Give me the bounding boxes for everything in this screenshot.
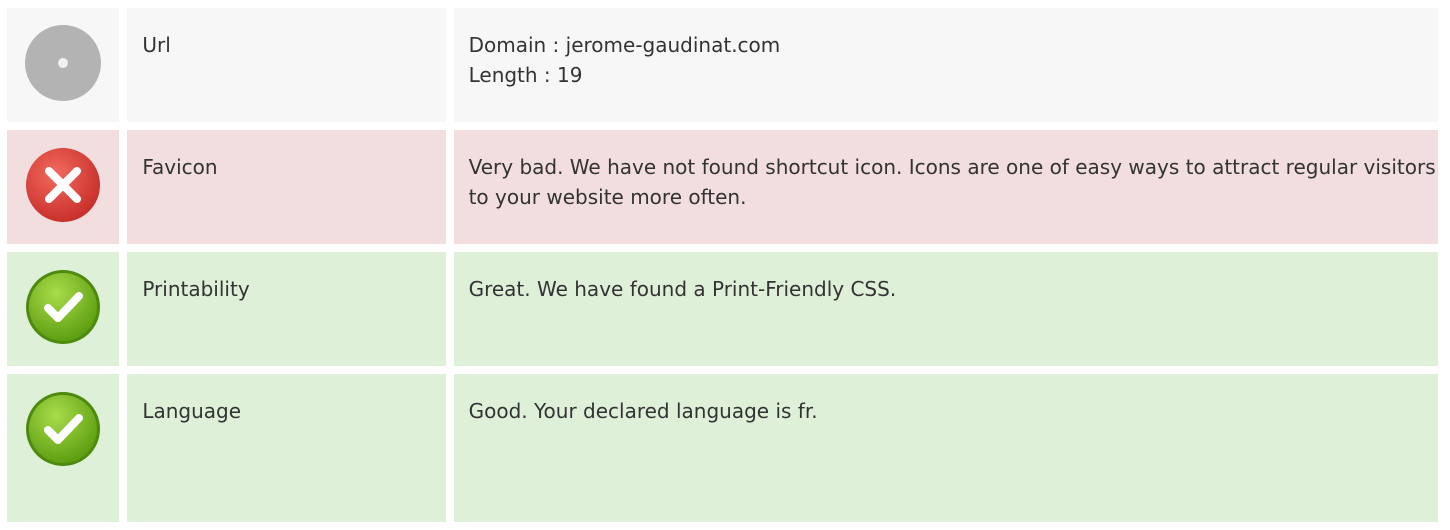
result-row-language: Language Good. Your declared language is… bbox=[7, 374, 1438, 522]
row-value: Good. Your declared language is fr. bbox=[453, 374, 1438, 522]
row-label: Favicon bbox=[127, 130, 446, 244]
language-message-text: Good. Your declared language is fr. bbox=[468, 399, 818, 423]
status-cell bbox=[7, 374, 120, 522]
result-row-url: Url Domain : jerome-gaudinat.com Length … bbox=[7, 8, 1438, 122]
row-label: Printability bbox=[127, 252, 446, 366]
success-check-icon bbox=[26, 270, 101, 344]
row-value: Domain : jerome-gaudinat.com Length : 19 bbox=[453, 8, 1438, 122]
status-cell bbox=[7, 252, 120, 366]
row-value: Great. We have found a Print-Friendly CS… bbox=[453, 252, 1438, 366]
result-row-favicon: Favicon Very bad. We have not found shor… bbox=[7, 130, 1438, 244]
url-length-text: Length : 19 bbox=[468, 63, 583, 87]
success-check-icon bbox=[26, 392, 101, 466]
status-cell bbox=[7, 130, 120, 244]
row-label: Url bbox=[127, 8, 446, 122]
printability-message-text: Great. We have found a Print-Friendly CS… bbox=[468, 277, 897, 301]
row-value: Very bad. We have not found shortcut ico… bbox=[453, 130, 1438, 244]
seo-results-table: Url Domain : jerome-gaudinat.com Length … bbox=[7, 8, 1438, 522]
row-label: Language bbox=[127, 374, 446, 522]
neutral-disc-icon bbox=[25, 25, 102, 101]
error-x-icon bbox=[26, 148, 101, 222]
url-domain-text: Domain : jerome-gaudinat.com bbox=[468, 33, 781, 57]
favicon-message-text: Very bad. We have not found shortcut ico… bbox=[468, 155, 1436, 209]
status-cell bbox=[7, 8, 120, 122]
result-row-printability: Printability Great. We have found a Prin… bbox=[7, 252, 1438, 366]
